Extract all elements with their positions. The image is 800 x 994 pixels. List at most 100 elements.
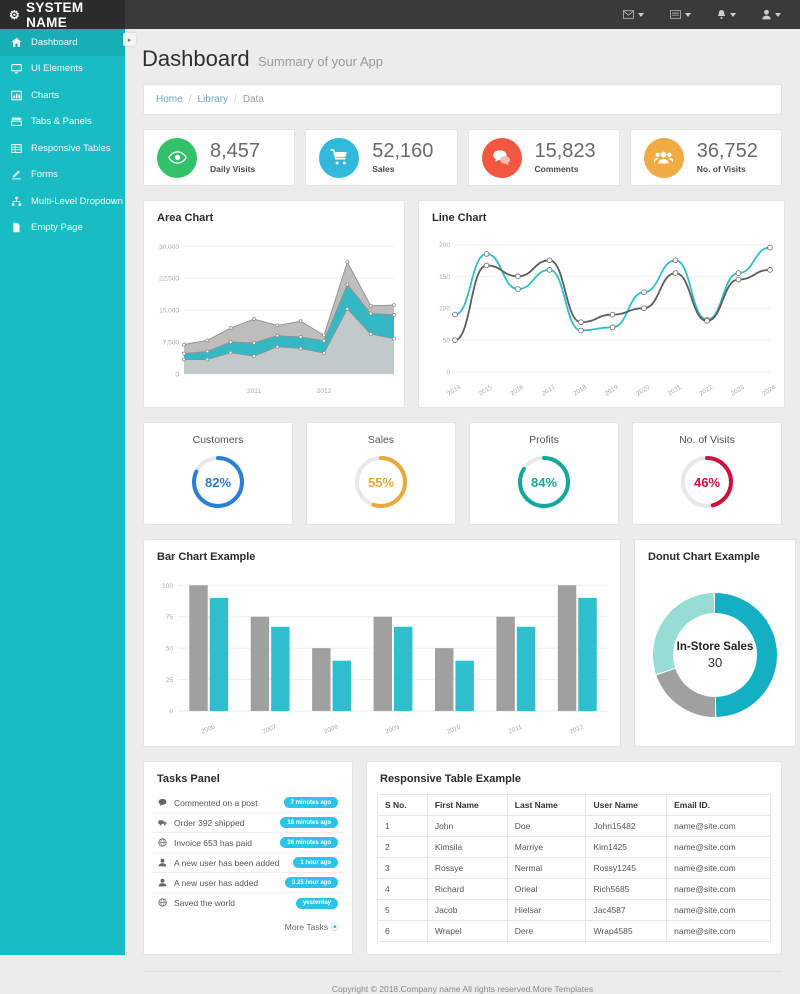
sidebar-item-label: UI Elements xyxy=(31,63,83,75)
charts-row-2: Bar Chart Example 0 25 50 75 100 2006 2007 2008… xyxy=(143,539,796,747)
area-chart[interactable]: 0 7,500 15,000 22,500 30,000 2011 2012 xyxy=(144,224,404,407)
svg-text:2008: 2008 xyxy=(323,724,339,736)
topnav-account[interactable] xyxy=(749,0,794,29)
table-cell: name@site.com xyxy=(666,857,771,879)
progress-card-sales: Sales 55% xyxy=(306,422,456,525)
table-row: 6 Wrapel Dere Wrap4585 name@site.com xyxy=(377,920,771,942)
task-text: A new user has added xyxy=(174,877,259,888)
donut-chart[interactable]: In-Store Sales 30 xyxy=(635,563,795,739)
svg-text:2019: 2019 xyxy=(604,384,620,398)
topnav-messages[interactable] xyxy=(610,0,657,29)
sidebar: Dashboard UI Elements Charts Tabs & Panels R… xyxy=(0,29,125,955)
sidebar-item-empty-page[interactable]: Empty Page xyxy=(0,215,125,242)
svg-text:2018: 2018 xyxy=(572,384,588,398)
stat-cards: 8,457 Daily Visits 52,160 Sales 15,823 Commen… xyxy=(143,129,782,186)
breadcrumb-separator: / xyxy=(234,94,237,105)
table-row: 2 Kimsila Marriye Kim1425 name@site.com xyxy=(377,836,771,858)
bar-chart-card: Bar Chart Example 0 25 50 75 100 2006 2007 2008… xyxy=(143,539,621,747)
progress-title: No. of Visits xyxy=(679,434,735,446)
svg-text:30,000: 30,000 xyxy=(159,244,179,251)
more-tasks-link[interactable]: More Tasks ⦿ xyxy=(144,921,352,942)
data-table: S No. First Name Last Name User Name Email I… xyxy=(377,794,771,942)
table-cell: Orieal xyxy=(506,878,587,900)
task-item[interactable]: Saved the world yesterday xyxy=(151,893,345,913)
task-item[interactable]: Invoice 653 has paid 36 minutes ago xyxy=(151,833,345,853)
stat-card-no-of-visits[interactable]: 36,752 No. of Visits xyxy=(629,129,782,186)
top-nav xyxy=(610,0,794,29)
progress-title: Sales xyxy=(367,434,395,446)
breadcrumb-library[interactable]: Library xyxy=(197,94,228,105)
svg-text:2009: 2009 xyxy=(384,724,400,736)
table-title: Responsive Table Example xyxy=(380,773,522,785)
table-header-row: S No. First Name Last Name User Name Email I… xyxy=(377,794,771,816)
breadcrumb: Home / Library / Data xyxy=(143,84,782,115)
stat-label: Sales xyxy=(372,164,395,174)
svg-text:2012: 2012 xyxy=(317,388,332,395)
sidebar-item-label: Charts xyxy=(31,89,59,101)
progress-percent: 82% xyxy=(204,474,232,490)
svg-text:2014: 2014 xyxy=(446,384,462,398)
sidebar-item-dashboard[interactable]: Dashboard xyxy=(0,29,125,56)
progress-percent: 55% xyxy=(367,474,395,490)
line-chart[interactable]: 0 50 100 150 200 2014 2015 2016 2017 2018 2019 2020… xyxy=(419,224,784,407)
sidebar-item-label: Empty Page xyxy=(31,222,83,234)
stat-text: 52,160 Sales xyxy=(372,140,434,175)
task-item[interactable]: Commented on a post 7 minutes ago xyxy=(151,793,345,813)
pencil-icon xyxy=(11,169,22,180)
task-item[interactable]: A new user has been added 1 hour ago xyxy=(151,853,345,873)
stat-value: 52,160 xyxy=(372,140,434,162)
sidebar-item-ui-elements[interactable]: UI Elements xyxy=(0,56,125,83)
topnav-tasks[interactable] xyxy=(657,0,704,29)
table-cell: name@site.com xyxy=(666,815,771,837)
chevron-down-icon xyxy=(685,12,691,17)
brand-logo[interactable]: ⚙ SYSTEM NAME xyxy=(0,0,125,30)
svg-text:2017: 2017 xyxy=(541,384,557,398)
home-icon xyxy=(11,37,22,48)
responsive-table-card: Responsive Table Example S No. First Name… xyxy=(366,761,782,955)
table-cell: Marriye xyxy=(506,836,587,858)
task-item[interactable]: A new user has added 3.25 hour ago xyxy=(151,873,345,893)
stat-card-daily-visits[interactable]: 8,457 Daily Visits xyxy=(143,129,296,186)
gear-icon: ⚙ xyxy=(9,7,21,22)
svg-text:2021: 2021 xyxy=(667,384,683,398)
main-content: Dashboard Summary of your App Home / Lib… xyxy=(125,29,800,994)
bar-chart[interactable]: 0 25 50 75 100 2006 2007 2008 2009 2010 2011 2012 xyxy=(144,563,620,746)
comments-icon xyxy=(481,137,522,178)
truck-icon xyxy=(158,816,167,830)
table-cell: name@site.com xyxy=(666,920,771,942)
table-cell: Rossye xyxy=(426,857,508,879)
eye-icon xyxy=(157,137,197,178)
sidebar-item-tabs-panels[interactable]: Tabs & Panels xyxy=(0,109,125,136)
svg-text:0: 0 xyxy=(446,370,450,377)
svg-text:50: 50 xyxy=(166,646,174,653)
svg-text:2022: 2022 xyxy=(698,384,714,398)
table-cell: name@site.com xyxy=(666,836,771,858)
stat-card-sales[interactable]: 52,160 Sales xyxy=(305,129,458,186)
sidebar-item-forms[interactable]: Forms xyxy=(0,162,125,189)
svg-text:0: 0 xyxy=(175,372,179,379)
table-row: 3 Rossye Nermal Rossy1245 name@site.com xyxy=(377,857,771,879)
circle-arrow-icon: ⦿ xyxy=(330,922,339,932)
progress-card-no-of-visits: No. of Visits 46% xyxy=(632,422,782,525)
progress-ring: 82% xyxy=(189,453,247,511)
sidebar-item-responsive-tables[interactable]: Responsive Tables xyxy=(0,135,125,162)
topnav-notifications[interactable] xyxy=(704,0,749,29)
breadcrumb-separator: / xyxy=(188,94,192,105)
page-title: Dashboard xyxy=(142,46,250,71)
table-cell: name@site.com xyxy=(666,899,771,921)
breadcrumb-home[interactable]: Home xyxy=(156,94,183,105)
task-text: Order 392 shipped xyxy=(174,817,245,828)
stat-text: 8,457 Daily Visits xyxy=(210,141,260,175)
stat-card-comments[interactable]: 15,823 Comments xyxy=(467,129,620,186)
sidebar-item-multi-level-dropdown[interactable]: Multi-Level Dropdown ‹ xyxy=(0,188,125,215)
table-cell: Doe xyxy=(506,815,587,837)
comment-icon xyxy=(158,796,167,810)
sidebar-item-charts[interactable]: Charts xyxy=(0,82,125,109)
task-item[interactable]: Order 392 shipped 16 minutes ago xyxy=(151,813,345,833)
page-subtitle: Summary of your App xyxy=(257,54,383,69)
svg-text:2006: 2006 xyxy=(200,724,216,736)
sitemap-icon xyxy=(11,196,22,207)
table-cell: Richard xyxy=(426,878,508,900)
table-cell: Hielsar xyxy=(506,899,587,921)
svg-text:50: 50 xyxy=(443,338,451,345)
